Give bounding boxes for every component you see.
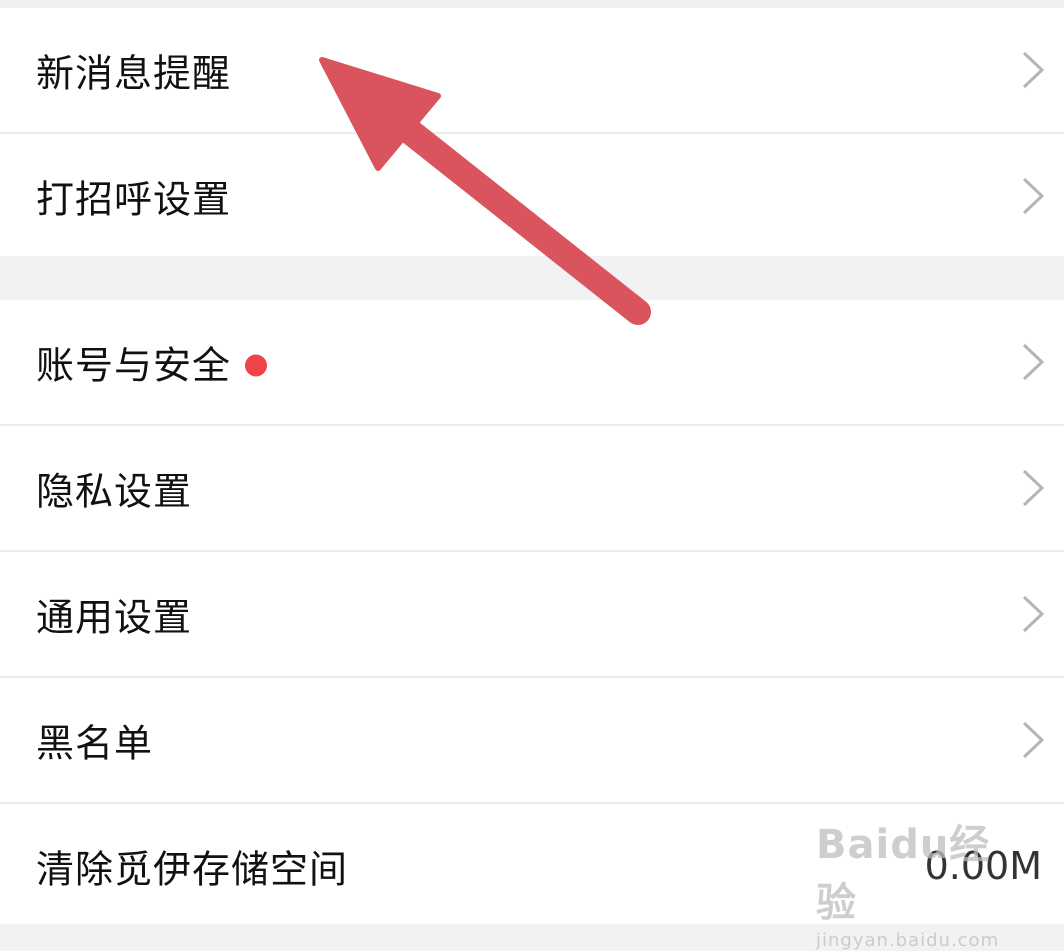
row-label: 打招呼设置 xyxy=(36,177,232,222)
red-dot-badge xyxy=(245,354,268,376)
chevron-right-icon xyxy=(1022,721,1045,759)
row-new-message-reminder[interactable]: 新消息提醒 xyxy=(0,8,1064,132)
row-label: 通用设置 xyxy=(36,595,193,640)
settings-group-account: 账号与安全 隐私设置 通用设置 黑名单 清除觅伊存储空间 0.00M xyxy=(0,300,1064,924)
row-blacklist[interactable]: 黑名单 xyxy=(0,678,1064,802)
watermark-url: jingyan.baidu.com xyxy=(816,930,1000,951)
chevron-right-icon xyxy=(1022,177,1045,215)
row-label: 黑名单 xyxy=(36,721,154,766)
chevron-right-icon xyxy=(1022,343,1045,381)
row-greeting-settings[interactable]: 打招呼设置 xyxy=(0,134,1064,258)
chevron-right-icon xyxy=(1022,595,1045,633)
row-label: 隐私设置 xyxy=(36,469,193,514)
top-section-strip xyxy=(0,0,1064,8)
row-account-security[interactable]: 账号与安全 xyxy=(0,300,1064,424)
row-label: 清除觅伊存储空间 xyxy=(36,847,349,892)
row-clear-storage[interactable]: 清除觅伊存储空间 0.00M xyxy=(0,804,1064,928)
row-label: 新消息提醒 xyxy=(36,51,232,96)
row-general-settings[interactable]: 通用设置 xyxy=(0,552,1064,676)
row-label: 账号与安全 xyxy=(36,343,232,388)
row-privacy-settings[interactable]: 隐私设置 xyxy=(0,426,1064,550)
storage-size-value: 0.00M xyxy=(924,844,1042,888)
chevron-right-icon xyxy=(1022,51,1045,89)
chevron-right-icon xyxy=(1022,469,1045,507)
settings-group-notifications: 新消息提醒 打招呼设置 xyxy=(0,8,1064,256)
row-label-with-badge: 账号与安全 xyxy=(36,335,268,390)
